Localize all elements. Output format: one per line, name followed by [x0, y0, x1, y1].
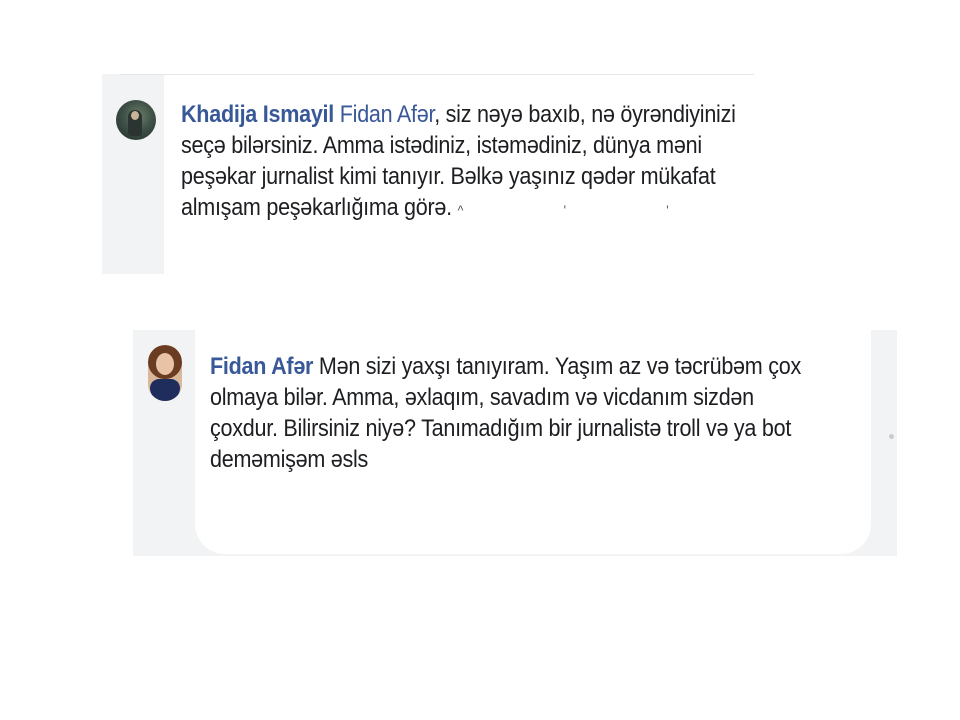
- comment-mention-link[interactable]: Fidan Afər: [340, 101, 435, 128]
- screenshot-canvas: Khadija Ismayil Fidan Afər, siz nəyə bax…: [0, 0, 960, 720]
- reply-text-line-2: olmaya bilər. Amma, əxlaqım, savadım və …: [210, 384, 754, 411]
- reply-body: Fidan Afər Mən sizi yaxşı tanıyıram. Yaş…: [210, 351, 879, 475]
- more-options-dot-icon[interactable]: [889, 434, 894, 439]
- avatar-face: [131, 111, 139, 120]
- comment-body: Khadija Ismayil Fidan Afər, siz nəyə bax…: [181, 99, 797, 226]
- comment-text-line-2: seçə bilərsiniz. Amma istədiniz, istəməd…: [181, 132, 702, 159]
- reply-text-line-1: Mən sizi yaxşı tanıyıram. Yaşım az və tə…: [318, 353, 801, 380]
- reply-text-line-4: deməmişəm əsls: [210, 446, 369, 473]
- avatar-face: [156, 353, 174, 375]
- comment-text-line-4: almışam peşəkarlığıma görə.: [181, 194, 452, 221]
- cropped-trailing-marks: ^ ' ': [457, 202, 717, 218]
- avatar-body: [150, 379, 180, 401]
- comment-text-line-1: , siz nəyə baxıb, nə öyrəndiyinizi: [434, 101, 736, 128]
- comment-text-line-3: peşəkar jurnalist kimi tanıyır. Bəlkə ya…: [181, 163, 716, 190]
- reply-avatar[interactable]: [148, 345, 182, 401]
- avatar[interactable]: [116, 100, 156, 140]
- reply-author-link[interactable]: Fidan Afər: [210, 353, 313, 380]
- reply-text-line-3: çoxdur. Bilirsiniz niyə? Tanımadığım bir…: [210, 415, 792, 442]
- comment-author-link[interactable]: Khadija Ismayil: [181, 101, 334, 128]
